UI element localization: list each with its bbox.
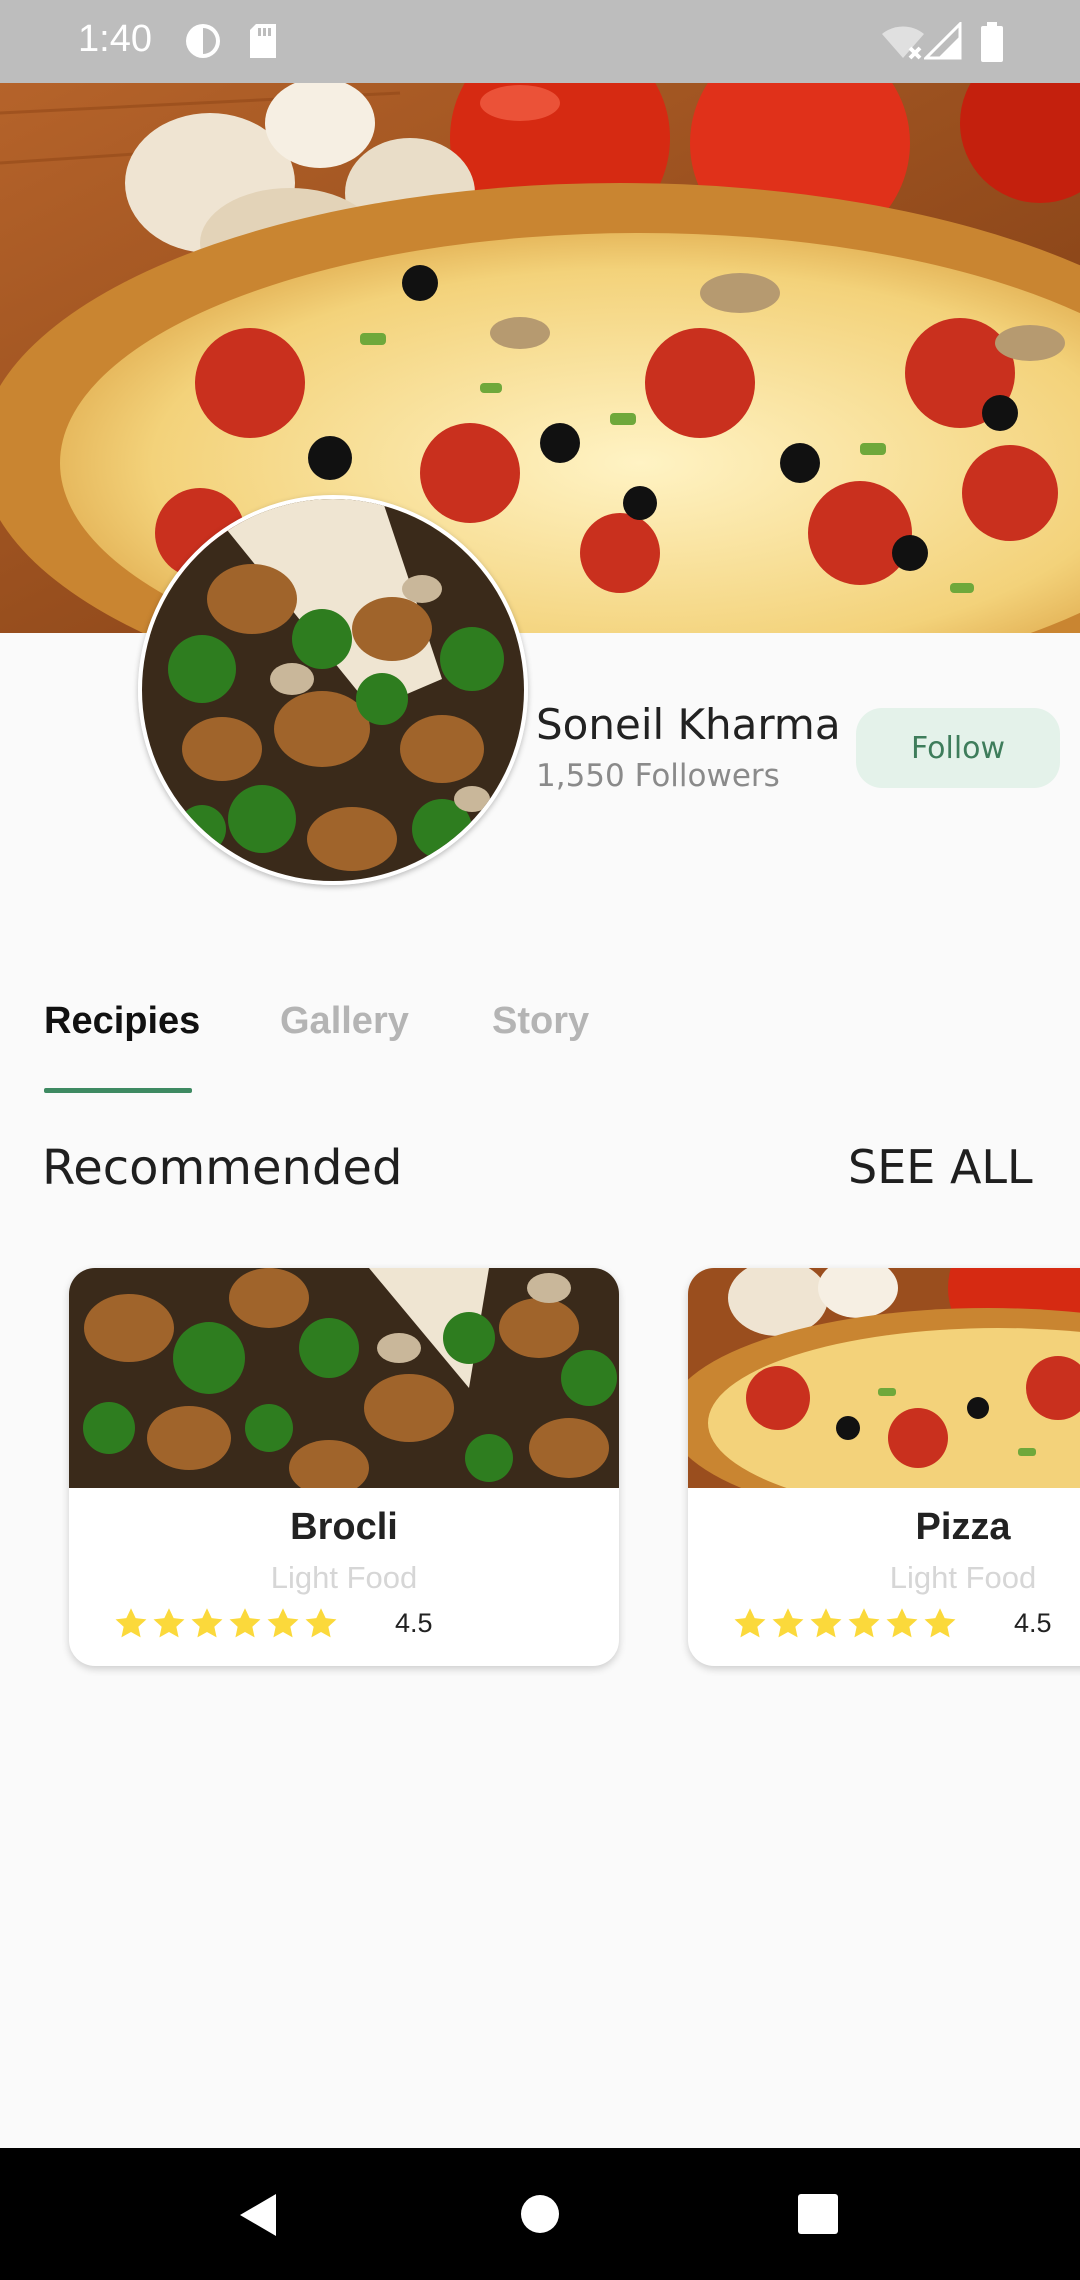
star-icon bbox=[229, 1608, 261, 1638]
star-icon bbox=[305, 1608, 337, 1638]
recents-icon[interactable] bbox=[798, 2194, 838, 2234]
recipe-image bbox=[688, 1268, 1080, 1488]
tab-recipies[interactable]: Recipies bbox=[44, 1000, 200, 1043]
rating-value: 4.5 bbox=[395, 1608, 433, 1638]
section-title: Recommended bbox=[42, 1140, 403, 1196]
star-icon bbox=[810, 1608, 842, 1638]
system-nav-bar bbox=[0, 2148, 1080, 2280]
recipe-title: Brocli bbox=[290, 1506, 398, 1548]
recipe-category: Light Food bbox=[889, 1560, 1037, 1595]
star-icon bbox=[734, 1608, 766, 1638]
signal-icon bbox=[924, 22, 962, 60]
star-icon bbox=[886, 1608, 918, 1638]
follow-button[interactable]: Follow bbox=[856, 708, 1060, 788]
screen: 1:40 Soneil Kharma 1,550 Followers Follo… bbox=[0, 0, 1080, 2280]
battery-icon bbox=[981, 22, 1003, 62]
sd-card-icon bbox=[250, 24, 276, 58]
recipe-image bbox=[69, 1268, 619, 1488]
recipe-category: Light Food bbox=[270, 1560, 418, 1595]
app-notification-icon bbox=[186, 24, 220, 58]
star-icon bbox=[924, 1608, 956, 1638]
tab-indicator bbox=[44, 1088, 192, 1093]
tab-gallery[interactable]: Gallery bbox=[280, 1000, 409, 1043]
rating-stars bbox=[732, 1606, 958, 1646]
star-icon bbox=[848, 1608, 880, 1638]
rating-value: 4.5 bbox=[1014, 1608, 1052, 1638]
header-cover-image bbox=[0, 83, 1080, 633]
wifi-off-icon bbox=[882, 26, 924, 60]
star-icon bbox=[191, 1608, 223, 1638]
recipe-card[interactable]: Brocli Light Food 4.5 bbox=[69, 1268, 619, 1666]
status-time: 1:40 bbox=[78, 18, 152, 60]
tab-story[interactable]: Story bbox=[492, 1000, 589, 1043]
star-icon bbox=[772, 1608, 804, 1638]
recipe-card[interactable]: Pizza Light Food 4.5 bbox=[688, 1268, 1080, 1666]
recipe-title: Pizza bbox=[915, 1506, 1011, 1548]
back-icon[interactable] bbox=[236, 2192, 280, 2238]
see-all-button[interactable]: SEE ALL bbox=[848, 1140, 1033, 1194]
star-icon bbox=[267, 1608, 299, 1638]
followers-count: 1,550 Followers bbox=[536, 758, 780, 794]
profile-name: Soneil Kharma bbox=[536, 700, 841, 749]
home-icon[interactable] bbox=[520, 2194, 560, 2234]
star-icon bbox=[153, 1608, 185, 1638]
profile-avatar[interactable] bbox=[138, 495, 528, 885]
status-bar: 1:40 bbox=[0, 0, 1080, 83]
rating-stars bbox=[113, 1606, 339, 1646]
star-icon bbox=[115, 1608, 147, 1638]
